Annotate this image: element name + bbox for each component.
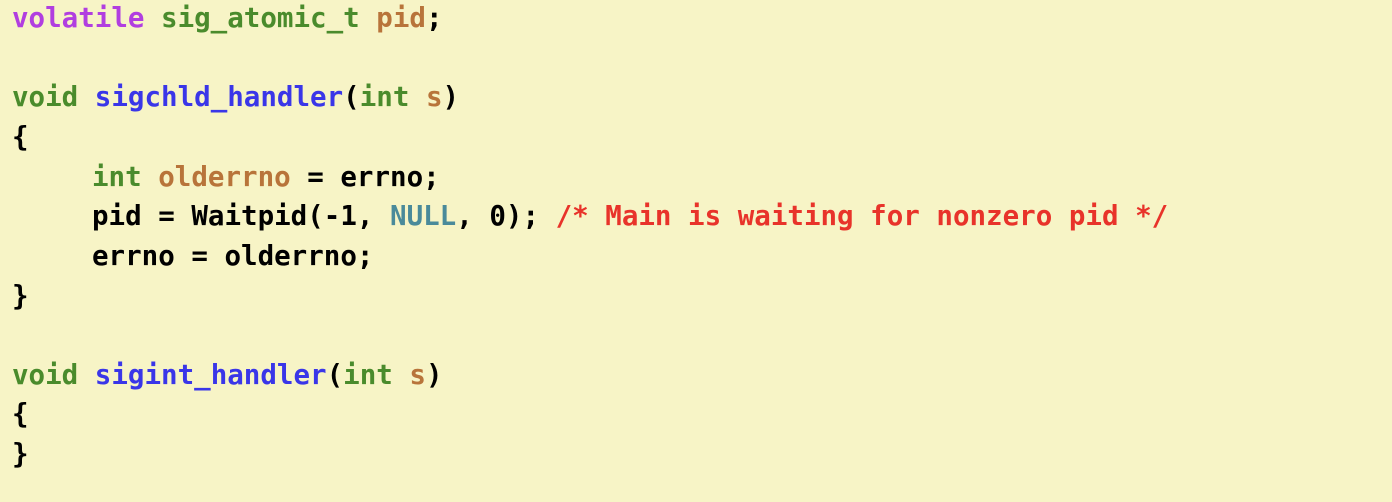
brace-open: { xyxy=(12,398,29,430)
waitpid-call: pid = Waitpid(-1, xyxy=(92,200,391,232)
variable-pid: pid xyxy=(376,2,426,34)
code-line-olderrno-decl: int olderrno = errno; xyxy=(12,157,440,197)
code-line-open-brace-2: { xyxy=(12,394,29,434)
paren-close: ) xyxy=(425,359,443,391)
paren-open: ( xyxy=(326,359,344,391)
param-s: s xyxy=(409,359,426,391)
paren-close: ) xyxy=(442,81,460,113)
param-s: s xyxy=(425,81,443,113)
type-int: int xyxy=(92,161,142,193)
keyword-volatile: volatile xyxy=(12,2,145,34)
code-line-restore-errno: errno = olderrno; xyxy=(12,236,373,276)
assign-errno: = errno; xyxy=(290,161,440,193)
type-int: int xyxy=(343,359,393,391)
comment-main-waiting: /* Main is waiting for nonzero pid */ xyxy=(555,200,1169,232)
code-line-pid-decl: volatile sig_atomic_t pid; xyxy=(12,0,443,38)
brace-open: { xyxy=(12,121,29,153)
code-line-sigchld-signature: void sigchld_handler(int s) xyxy=(12,77,459,117)
code-line-sigint-signature: void sigint_handler(int s) xyxy=(12,355,443,395)
code-line-waitpid: pid = Waitpid(-1, NULL, 0); /* Main is w… xyxy=(12,196,1168,236)
restore-errno: errno = olderrno; xyxy=(92,240,374,272)
brace-close: } xyxy=(12,438,29,470)
code-line-close-brace-2: } xyxy=(12,434,29,474)
type-void: void xyxy=(12,359,79,391)
variable-olderrno: olderrno xyxy=(158,161,291,193)
function-sigint-handler: sigint_handler xyxy=(94,359,327,391)
waitpid-args-end: , 0); xyxy=(456,200,556,232)
constant-null: NULL xyxy=(390,200,457,232)
code-line-open-brace: { xyxy=(12,117,29,157)
brace-close: } xyxy=(12,280,29,312)
type-sig-atomic: sig_atomic_t xyxy=(161,2,360,34)
function-sigchld-handler: sigchld_handler xyxy=(94,81,344,113)
paren-open: ( xyxy=(343,81,360,113)
code-line-close-brace: } xyxy=(12,276,29,316)
semicolon: ; xyxy=(425,2,443,34)
type-int: int xyxy=(359,81,410,113)
type-void: void xyxy=(12,81,79,113)
code-listing: volatile sig_atomic_t pid; void sigchld_… xyxy=(0,0,1392,502)
